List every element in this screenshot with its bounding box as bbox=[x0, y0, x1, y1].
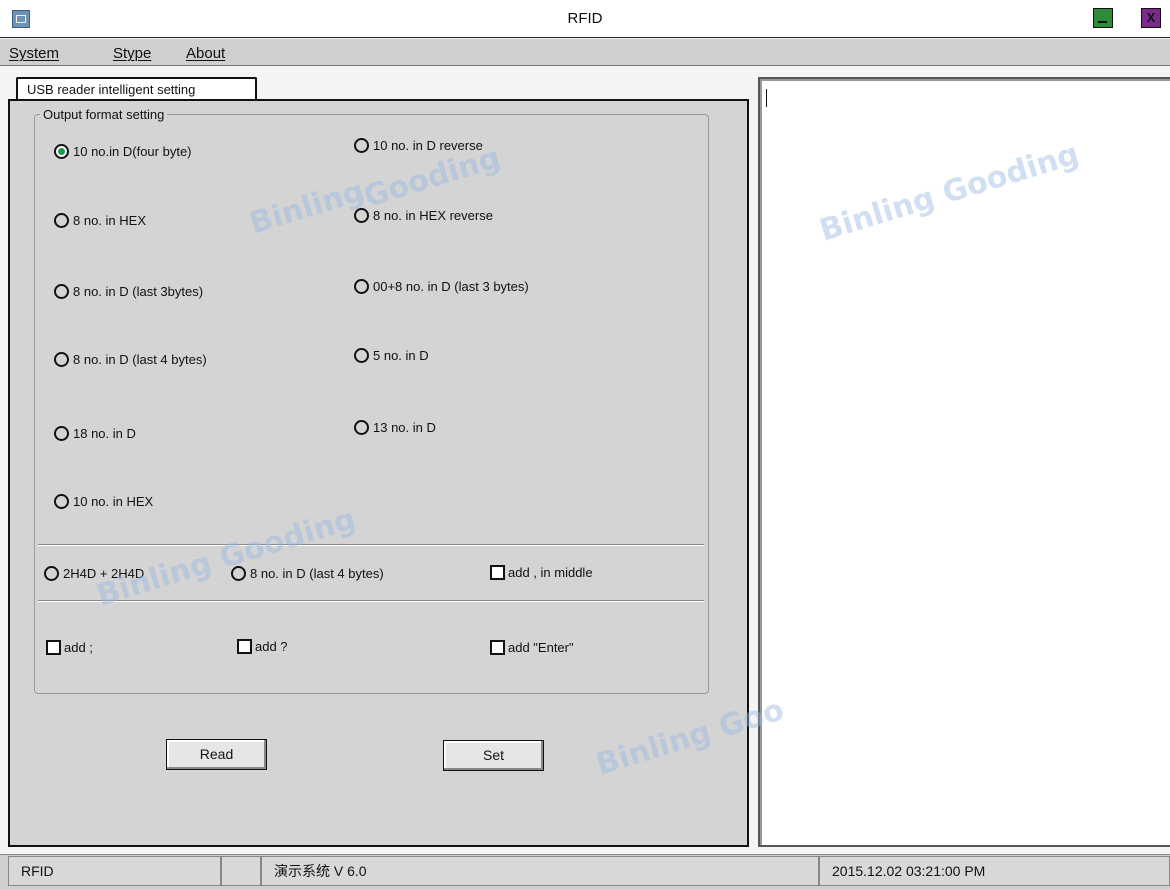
option-label: 10 no. in HEX bbox=[73, 494, 154, 509]
option-label: 8 no. in HEX bbox=[73, 213, 146, 228]
radio-selected-icon bbox=[54, 144, 69, 159]
option-label: 00+8 no. in D (last 3 bytes) bbox=[373, 279, 529, 294]
menu-system[interactable]: System bbox=[9, 45, 59, 62]
option-18-no-in-d[interactable]: 18 no. in D bbox=[54, 426, 136, 441]
group-label: Output format setting bbox=[40, 107, 168, 122]
status-empty-cell bbox=[221, 856, 261, 886]
option-label: 10 no.in D(four byte) bbox=[73, 144, 192, 159]
option-8-no-in-d-last-3bytes[interactable]: 8 no. in D (last 3bytes) bbox=[54, 284, 203, 299]
checkbox-icon bbox=[490, 565, 505, 580]
checkbox-icon bbox=[46, 640, 61, 655]
checkbox-add-enter[interactable]: add "Enter" bbox=[490, 640, 574, 655]
option-8-no-in-d-last-4-bytes-alt[interactable]: 8 no. in D (last 4 bytes) bbox=[231, 566, 384, 581]
option-label: 5 no. in D bbox=[373, 348, 429, 363]
status-datetime: 2015.12.02 03:21:00 PM bbox=[819, 856, 1170, 886]
checkbox-add-semicolon[interactable]: add ; bbox=[46, 640, 93, 655]
tab-usb-reader-setting[interactable]: USB reader intelligent setting bbox=[16, 77, 257, 99]
checkbox-icon bbox=[237, 639, 252, 654]
option-8-no-in-hex[interactable]: 8 no. in HEX bbox=[54, 213, 146, 228]
option-5-no-in-d[interactable]: 5 no. in D bbox=[354, 348, 429, 363]
radio-icon bbox=[354, 420, 369, 435]
output-text-area[interactable] bbox=[758, 77, 1170, 847]
option-label: 13 no. in D bbox=[373, 420, 436, 435]
option-8-no-in-hex-reverse[interactable]: 8 no. in HEX reverse bbox=[354, 208, 493, 223]
option-10-no-in-hex[interactable]: 10 no. in HEX bbox=[54, 494, 153, 509]
window-title: RFID bbox=[567, 10, 603, 27]
radio-icon bbox=[54, 494, 69, 509]
radio-icon bbox=[354, 138, 369, 153]
option-label: 8 no. in D (last 4 bytes) bbox=[73, 352, 207, 367]
radio-icon bbox=[54, 213, 69, 228]
radio-icon bbox=[44, 566, 59, 581]
read-button[interactable]: Read bbox=[166, 739, 267, 770]
checkbox-add-comma-in-middle[interactable]: add , in middle bbox=[490, 565, 593, 580]
minimize-button[interactable] bbox=[1093, 8, 1113, 28]
option-8-no-in-d-last-4-bytes[interactable]: 8 no. in D (last 4 bytes) bbox=[54, 352, 207, 367]
option-label: 8 no. in D (last 4 bytes) bbox=[250, 566, 384, 581]
option-label: 8 no. in HEX reverse bbox=[373, 208, 493, 223]
close-button[interactable]: X bbox=[1141, 8, 1161, 28]
radio-icon bbox=[231, 566, 246, 581]
checkbox-label: add ; bbox=[64, 640, 93, 655]
menu-stype[interactable]: Stype bbox=[113, 45, 151, 62]
separator bbox=[38, 544, 704, 546]
radio-icon bbox=[54, 426, 69, 441]
status-version: 演示系统 V 6.0 bbox=[261, 856, 819, 886]
option-label: 2H4D + 2H4D bbox=[63, 566, 145, 581]
option-10-no-in-d-reverse[interactable]: 10 no. in D reverse bbox=[354, 138, 483, 153]
checkbox-label: add , in middle bbox=[508, 565, 593, 580]
set-button[interactable]: Set bbox=[443, 740, 544, 771]
radio-icon bbox=[354, 208, 369, 223]
status-app-name: RFID bbox=[8, 856, 221, 886]
option-label: 10 no. in D reverse bbox=[373, 138, 483, 153]
checkbox-label: add "Enter" bbox=[508, 640, 574, 655]
option-10-no-in-d-four-byte[interactable]: 10 no.in D(four byte) bbox=[54, 144, 192, 159]
option-label: 18 no. in D bbox=[73, 426, 136, 441]
separator bbox=[38, 600, 704, 602]
option-2h4d-2h4d[interactable]: 2H4D + 2H4D bbox=[44, 566, 144, 581]
checkbox-icon bbox=[490, 640, 505, 655]
radio-icon bbox=[354, 348, 369, 363]
option-00-8-no-in-d-last-3-bytes[interactable]: 00+8 no. in D (last 3 bytes) bbox=[354, 279, 529, 294]
radio-icon bbox=[54, 352, 69, 367]
text-cursor bbox=[766, 89, 767, 107]
checkbox-label: add ? bbox=[255, 639, 288, 654]
menu-bar bbox=[0, 39, 1170, 66]
menu-about[interactable]: About bbox=[186, 45, 225, 62]
radio-icon bbox=[54, 284, 69, 299]
option-13-no-in-d[interactable]: 13 no. in D bbox=[354, 420, 436, 435]
checkbox-add-question[interactable]: add ? bbox=[237, 639, 288, 654]
radio-icon bbox=[354, 279, 369, 294]
output-format-group bbox=[34, 114, 709, 694]
option-label: 8 no. in D (last 3bytes) bbox=[73, 284, 204, 299]
